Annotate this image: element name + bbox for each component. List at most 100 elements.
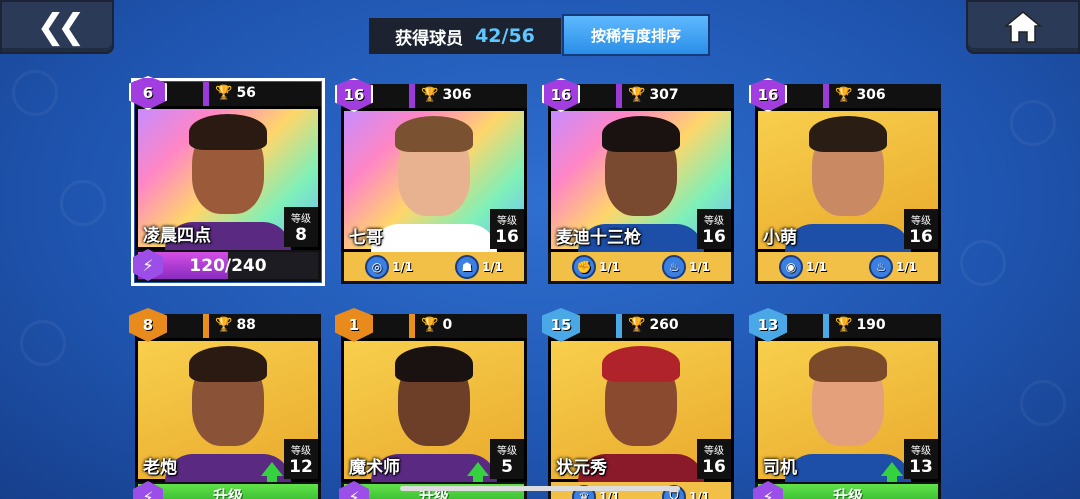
- skill-count: 1/1: [481, 259, 504, 274]
- card-footer: ◎ 1/1 ☗ 1/1: [341, 252, 527, 284]
- trophy-icon: 🏆: [835, 87, 853, 103]
- level-value: 12: [289, 456, 313, 477]
- player-portrait: 老炮 等级 12: [135, 338, 321, 482]
- basketball-decoration: [1010, 100, 1056, 146]
- trophy-count: 🏆 307: [628, 87, 679, 103]
- trophy-icon: 🏆: [421, 87, 439, 103]
- level-value: 16: [702, 226, 726, 247]
- level-box: 等级 8: [284, 207, 318, 247]
- collected-players-counter: 获得球员 42/56: [369, 18, 561, 54]
- skill-count: 1/1: [805, 259, 828, 274]
- level-box: 等级 16: [697, 209, 731, 249]
- player-portrait: 状元秀 等级 16: [548, 338, 734, 482]
- upgrade-arrow-icon: [261, 462, 283, 482]
- player-portrait: 魔术师 等级 5: [341, 338, 527, 482]
- trophy-icon: 🏆: [835, 317, 853, 333]
- player-name: 凌晨四点: [143, 226, 211, 246]
- player-card[interactable]: 🏆 190 司机 等级 13 ⚡ 升级 13: [749, 308, 941, 499]
- basketball-decoration: [12, 70, 58, 116]
- trophy-count: 🏆 56: [215, 85, 256, 101]
- level-label: 等级: [911, 445, 931, 457]
- card-footer: ⚡ 升级: [753, 481, 941, 499]
- player-card[interactable]: 🏆 88 老炮 等级 12 ⚡ 升级 8: [129, 308, 321, 499]
- upgrade-arrow-icon: [467, 462, 489, 482]
- skill-item[interactable]: ◉ 1/1: [778, 254, 828, 279]
- trophy-value: 307: [649, 87, 679, 103]
- player-name: 司机: [763, 458, 797, 478]
- skill-item[interactable]: ♨ 1/1: [868, 254, 918, 279]
- upgrade-button[interactable]: 升级: [138, 484, 318, 499]
- player-card[interactable]: 🏆 306 七哥 等级 16 ◎ 1/1 ☗ 1/1 16: [335, 78, 527, 284]
- player-name: 状元秀: [556, 458, 607, 478]
- house-icon: [1004, 11, 1042, 43]
- trophy-icon: 🏆: [628, 87, 646, 103]
- level-label: 等级: [497, 445, 517, 457]
- upgrade-button[interactable]: 升级: [758, 484, 938, 499]
- counter-value: 42/56: [475, 25, 535, 47]
- trophy-icon: 🏆: [421, 317, 439, 333]
- experience-progress-bar: 120/240: [138, 252, 318, 279]
- basketball-decoration: [20, 320, 66, 366]
- level-label: 等级: [911, 215, 931, 227]
- trophy-value: 88: [236, 317, 256, 333]
- level-box: 等级 16: [904, 209, 938, 249]
- level-box: 等级 5: [490, 439, 524, 479]
- skill-item[interactable]: ♨ 1/1: [661, 254, 711, 279]
- player-name: 魔术师: [349, 458, 400, 478]
- sort-by-rarity-button[interactable]: 按稀有度排序: [562, 14, 710, 56]
- level-box: 等级 12: [284, 439, 318, 479]
- skill-count: 1/1: [895, 259, 918, 274]
- player-card[interactable]: 🏆 260 状元秀 等级 16 ♛ 1/1 ⛉ 1/1 15: [542, 308, 734, 499]
- player-name: 七哥: [349, 228, 383, 248]
- level-label: 等级: [497, 215, 517, 227]
- basketball-decoration: [1020, 380, 1066, 426]
- trophy-icon: 🏆: [215, 85, 233, 101]
- level-label: 等级: [291, 213, 311, 225]
- player-card[interactable]: 🏆 306 小萌 等级 16 ◉ 1/1 ♨ 1/1 16: [749, 78, 941, 284]
- progress-text: 120/240: [189, 256, 267, 276]
- level-label: 等级: [704, 445, 724, 457]
- level-label: 等级: [291, 445, 311, 457]
- back-button[interactable]: ❮❮: [0, 0, 114, 54]
- skill-count: 1/1: [598, 259, 621, 274]
- skill-item[interactable]: ☗ 1/1: [454, 254, 504, 279]
- level-value: 8: [295, 224, 307, 245]
- home-indicator: [400, 486, 680, 491]
- trophy-icon: 🏆: [215, 317, 233, 333]
- player-card[interactable]: 🏆 307 麦迪十三枪 等级 16 ✊ 1/1 ♨ 1/1 16: [542, 78, 734, 284]
- player-name: 小萌: [763, 228, 797, 248]
- player-name: 麦迪十三枪: [556, 228, 641, 248]
- trophy-value: 306: [856, 87, 886, 103]
- double-chevron-left-icon: ❮❮: [36, 7, 86, 47]
- player-icon: ☗: [454, 254, 479, 279]
- level-value: 13: [909, 456, 933, 477]
- player-portrait: 小萌 等级 16: [755, 108, 941, 252]
- card-footer: ◉ 1/1 ♨ 1/1: [755, 252, 941, 284]
- player-name: 老炮: [143, 458, 177, 478]
- player-card[interactable]: 🏆 56 凌晨四点 等级 8 ⚡ 120/240 6: [129, 76, 325, 286]
- level-value: 16: [702, 456, 726, 477]
- trophy-count: 🏆 0: [421, 317, 452, 333]
- trophy-count: 🏆 306: [421, 87, 472, 103]
- trophy-count: 🏆 88: [215, 317, 256, 333]
- basketball-decoration: [60, 180, 106, 226]
- player-portrait: 麦迪十三枪 等级 16: [548, 108, 734, 252]
- level-box: 等级 13: [904, 439, 938, 479]
- muscle-icon: ✊: [571, 254, 596, 279]
- skill-count: 1/1: [391, 259, 414, 274]
- card-footer: ⚡ 120/240: [133, 249, 321, 282]
- home-button[interactable]: [966, 0, 1080, 54]
- level-label: 等级: [704, 215, 724, 227]
- player-card[interactable]: 🏆 0 魔术师 等级 5 ⚡ 升级 1: [335, 308, 527, 499]
- counter-label: 获得球员: [395, 28, 464, 49]
- skill-item[interactable]: ◎ 1/1: [364, 254, 414, 279]
- skill-item[interactable]: ✊ 1/1: [571, 254, 621, 279]
- player-portrait: 凌晨四点 等级 8: [135, 106, 321, 250]
- trophy-count: 🏆 190: [835, 317, 886, 333]
- level-box: 等级 16: [490, 209, 524, 249]
- skill-count: 1/1: [688, 259, 711, 274]
- trophy-icon: 🏆: [628, 317, 646, 333]
- card-footer: ⚡ 升级: [133, 481, 321, 499]
- level-value: 5: [501, 456, 513, 477]
- upgrade-arrow-icon: [881, 462, 903, 482]
